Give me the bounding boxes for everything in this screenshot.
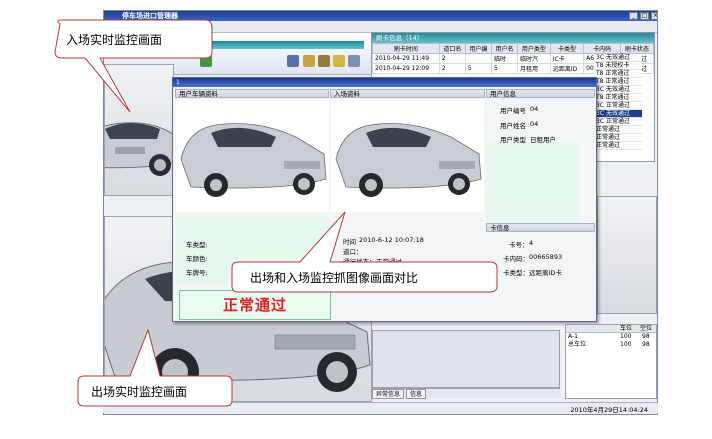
callout-entry-live-text: 入场实时监控画面 (66, 33, 163, 47)
callout-overlay (54, 19, 498, 407)
callout-compare-text: 出场和入场监控抓图像画面对比 (250, 271, 419, 285)
callout-exit-live-text: 出场实时监控画面 (91, 385, 188, 399)
